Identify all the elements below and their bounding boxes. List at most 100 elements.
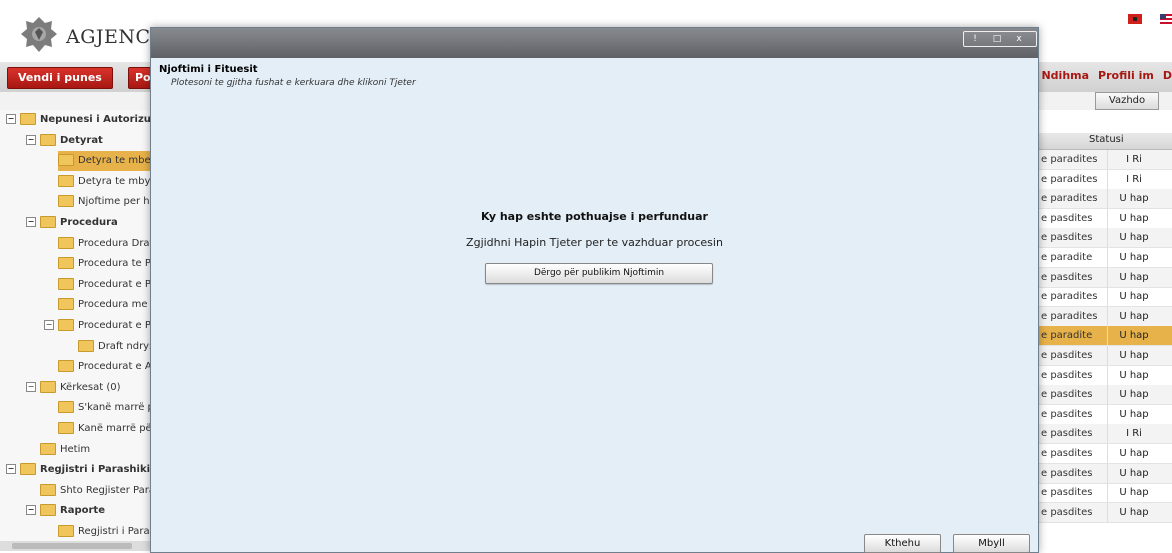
- tree-item[interactable]: Procedurat e Anul: [58, 357, 150, 377]
- folder-icon: [78, 340, 94, 352]
- tree-item[interactable]: − Nepunesi i Autorizuar: [6, 110, 150, 130]
- info-icon[interactable]: !: [964, 32, 986, 46]
- status-cell: U hap: [1107, 503, 1160, 522]
- albanian-flag-icon[interactable]: [1128, 14, 1142, 24]
- table-row[interactable]: e pasdites I Ri: [1037, 424, 1172, 444]
- table-row[interactable]: e paradites I Ri: [1037, 150, 1172, 170]
- table-row[interactable]: e paradites U hap: [1037, 189, 1172, 209]
- collapse-toggle-icon[interactable]: −: [6, 464, 16, 474]
- tree-item[interactable]: − Procedurat e Pezu: [44, 316, 150, 336]
- status-column-header[interactable]: Statusi: [1089, 134, 1124, 145]
- tree-item[interactable]: Procedura me Lot: [58, 295, 150, 315]
- collapse-toggle-icon[interactable]: −: [44, 320, 54, 330]
- tree-item-label: Detyra te mbyllur: [78, 176, 150, 187]
- tree-item-label: Procedura te Papu: [78, 258, 150, 269]
- dialog-titlebar[interactable]: ! □ x: [151, 28, 1038, 58]
- collapse-toggle-icon[interactable]: −: [6, 114, 16, 124]
- tree-item[interactable]: Shto Regjister Parash: [40, 481, 150, 501]
- back-button[interactable]: Kthehu: [864, 534, 941, 553]
- scrollbar-thumb[interactable]: [12, 543, 132, 549]
- table-row[interactable]: e pasdites U hap: [1037, 209, 1172, 229]
- profile-link[interactable]: Profili im: [1098, 69, 1154, 82]
- table-row[interactable]: e paradites U hap: [1037, 287, 1172, 307]
- table-row[interactable]: e pasdites U hap: [1037, 366, 1172, 386]
- tree-item[interactable]: − Detyrat: [26, 131, 150, 151]
- tree-item[interactable]: Njoftime per hapj: [58, 192, 150, 212]
- table-row[interactable]: e pasdites U hap: [1037, 228, 1172, 248]
- table-row[interactable]: e pasdites U hap: [1037, 268, 1172, 288]
- tree-item[interactable]: Detyra te mbyllur: [58, 172, 150, 192]
- tree-item[interactable]: − Procedura: [26, 213, 150, 233]
- status-cell: I Ri: [1107, 150, 1160, 169]
- tree-item[interactable]: Procedurat e Publ: [58, 275, 150, 295]
- nav-button-workplace[interactable]: Vendi i punes: [7, 67, 113, 89]
- table-row[interactable]: e pasdites U hap: [1037, 405, 1172, 425]
- table-row[interactable]: e pasdites U hap: [1037, 346, 1172, 366]
- help-link[interactable]: Ndihma: [1041, 69, 1089, 82]
- collapse-toggle-icon[interactable]: −: [26, 135, 36, 145]
- time-cell: e paradite: [1041, 252, 1093, 263]
- folder-icon: [58, 154, 74, 166]
- table-row[interactable]: e paradite U hap: [1037, 326, 1172, 346]
- table-row[interactable]: e paradites I Ri: [1037, 170, 1172, 190]
- tree-item[interactable]: − Regjistri i Parashikimi: [6, 460, 150, 480]
- dialog-heading: Njoftimi i Fituesit: [159, 64, 258, 75]
- collapse-toggle-icon[interactable]: −: [26, 217, 36, 227]
- folder-icon: [40, 504, 56, 516]
- table-row[interactable]: e pasdites U hap: [1037, 503, 1172, 523]
- time-cell: e pasdites: [1041, 487, 1093, 498]
- tree-item[interactable]: Kanë marrë përgj: [58, 419, 150, 439]
- tree-item-label: Detyra te mbetur: [78, 155, 150, 166]
- folder-icon: [58, 422, 74, 434]
- status-cell: U hap: [1107, 483, 1160, 502]
- tree-item-label: Raporte: [60, 505, 105, 516]
- status-cell: U hap: [1107, 405, 1160, 424]
- time-cell: e pasdites: [1041, 350, 1093, 361]
- tree-item[interactable]: Draft ndryshin: [78, 337, 150, 357]
- folder-icon: [58, 278, 74, 290]
- status-cell: I Ri: [1107, 170, 1160, 189]
- table-row[interactable]: e paradites U hap: [1037, 307, 1172, 327]
- folder-icon: [40, 134, 56, 146]
- folder-icon: [40, 216, 56, 228]
- send-for-publication-button[interactable]: Dërgo për publikim Njoftimin: [485, 263, 713, 284]
- close-button[interactable]: Mbyll: [953, 534, 1030, 553]
- maximize-icon[interactable]: □: [986, 32, 1008, 46]
- status-cell: U hap: [1107, 346, 1160, 365]
- winner-notification-dialog: ! □ x Njoftimi i Fituesit Plotesoni te gji…: [150, 27, 1039, 553]
- nav-link-d[interactable]: D: [1163, 69, 1172, 82]
- time-cell: e pasdites: [1041, 389, 1093, 400]
- tree-item-label: Regjistri i Parashi: [78, 526, 150, 537]
- folder-icon: [40, 381, 56, 393]
- continue-button[interactable]: Vazhdo: [1095, 92, 1159, 110]
- status-cell: U hap: [1107, 464, 1160, 483]
- collapse-toggle-icon[interactable]: −: [26, 505, 36, 515]
- english-flag-icon[interactable]: [1160, 14, 1172, 24]
- tree-item[interactable]: S'kanë marrë për: [58, 398, 150, 418]
- horizontal-scrollbar[interactable]: [0, 541, 150, 551]
- table-row[interactable]: e pasdites U hap: [1037, 464, 1172, 484]
- folder-icon: [40, 484, 56, 496]
- status-cell: U hap: [1107, 307, 1160, 326]
- table-row[interactable]: e pasdites U hap: [1037, 444, 1172, 464]
- tree-item[interactable]: Regjistri i Parashi: [58, 522, 150, 542]
- table-row[interactable]: e pasdites U hap: [1037, 483, 1172, 503]
- tree-item[interactable]: Detyra te mbetur: [58, 151, 150, 171]
- folder-icon: [58, 401, 74, 413]
- table-row[interactable]: e pasdites U hap: [1037, 385, 1172, 405]
- collapse-toggle-icon[interactable]: −: [26, 382, 36, 392]
- tree-item[interactable]: − Raporte: [26, 501, 150, 521]
- tree-item-label: Procedura me Lot: [78, 299, 150, 310]
- table-row[interactable]: e paradite U hap: [1037, 248, 1172, 268]
- folder-icon: [58, 319, 74, 331]
- close-icon[interactable]: x: [1008, 32, 1030, 46]
- tree-item[interactable]: − Kërkesat (0): [26, 378, 150, 398]
- tree-item[interactable]: Procedura te Papu: [58, 254, 150, 274]
- tree-item[interactable]: Hetim: [40, 440, 150, 460]
- time-cell: e pasdites: [1041, 409, 1093, 420]
- tree-item-label: Detyrat: [60, 135, 103, 146]
- tree-item[interactable]: Procedura Draft: [58, 234, 150, 254]
- time-cell: e paradites: [1041, 174, 1098, 185]
- tree-item-label: Regjistri i Parashikimi: [40, 464, 150, 475]
- tree-item-label: Hetim: [60, 444, 91, 455]
